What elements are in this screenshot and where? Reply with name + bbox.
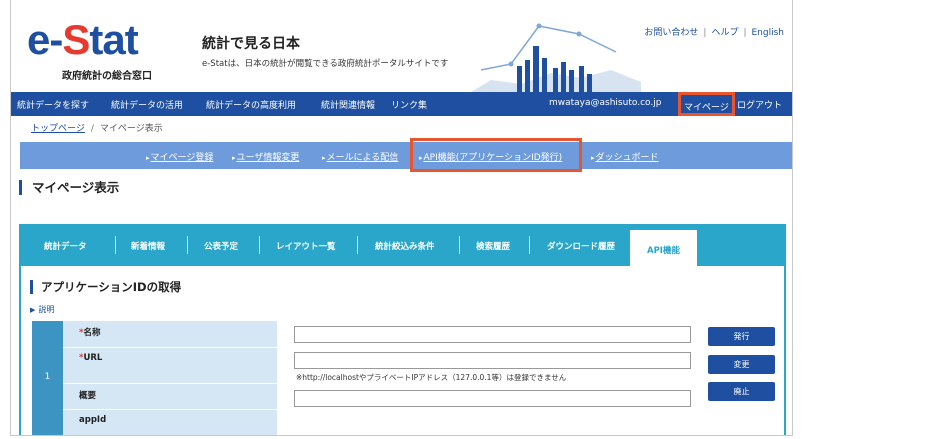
submenu-user-info[interactable]: ユーザ情報変更 — [232, 150, 300, 163]
tab-divider — [259, 236, 260, 254]
breadcrumb-home[interactable]: トップページ — [31, 124, 85, 134]
row-number-cell: 1 — [32, 321, 63, 435]
tab-api[interactable]: API機能 — [630, 230, 697, 266]
site-title: 統計で見る日本 — [202, 36, 300, 52]
tab-divider — [459, 236, 460, 254]
summary-input[interactable] — [294, 390, 691, 407]
submenu-dashboard[interactable]: ダッシュボード — [591, 150, 659, 163]
tab-filters[interactable]: 統計絞込み条件 — [375, 240, 435, 252]
abolish-button[interactable]: 廃止 — [708, 382, 775, 401]
submenu-mail-delivery[interactable]: メールによる配信 — [322, 150, 399, 163]
breadcrumb: トップページ / マイページ表示 — [31, 121, 163, 134]
section-title: アプリケーションIDの取得 — [30, 280, 181, 294]
skyline-graphic — [471, 23, 641, 92]
tab-stat-data[interactable]: 統計データ — [44, 240, 87, 252]
page-title: マイページ表示 — [19, 180, 119, 195]
english-link[interactable]: English — [752, 28, 785, 38]
issue-button[interactable]: 発行 — [708, 327, 775, 346]
nav-item-links[interactable]: リンク集 — [391, 98, 427, 111]
tab-search-history[interactable]: 検索履歴 — [476, 240, 510, 252]
url-label: *URL — [63, 348, 277, 383]
tab-divider — [187, 236, 188, 254]
breadcrumb-current: マイページ表示 — [99, 124, 163, 134]
summary-label: 概要 — [63, 384, 277, 409]
change-button[interactable]: 変更 — [708, 355, 775, 374]
logo-subtitle: 政府統計の総合窓口 — [62, 71, 152, 82]
url-note: ※http://localhostやプライベートIPアドレス（127.0.0.1… — [296, 373, 567, 382]
url-input[interactable] — [294, 352, 691, 369]
help-link[interactable]: ヘルプ — [711, 28, 738, 38]
global-nav: 統計データを探す 統計データの活用 統計データの高度利用 統計関連情報 リンク集… — [11, 92, 792, 116]
breadcrumb-separator: / — [90, 124, 94, 134]
mypage-submenu: マイページ登録 ユーザ情報変更 メールによる配信 API機能(アプリケーションI… — [20, 142, 792, 169]
row-divider — [63, 347, 777, 348]
site-header: e-Stat 政府統計の総合窓口 統計で見る日本 e-Statは、日本の統計が閲… — [11, 0, 792, 92]
mypage-link[interactable]: マイページ — [678, 92, 735, 116]
tab-download-history[interactable]: ダウンロード履歴 — [547, 240, 615, 252]
browser-page: e-Stat 政府統計の総合窓口 統計で見る日本 e-Statは、日本の統計が閲… — [10, 0, 793, 436]
nav-item-related-info[interactable]: 統計関連情報 — [321, 98, 375, 111]
expand-triangle-icon: ▶ — [30, 306, 36, 314]
nav-item-data-use[interactable]: 統計データの活用 — [111, 98, 183, 111]
link-separator: | — [703, 28, 707, 38]
appid-label: appId — [63, 410, 277, 435]
site-description: e-Statは、日本の統計が閲覧できる政府統計ポータルサイトです — [202, 59, 449, 69]
api-highlight-box — [410, 138, 582, 172]
name-input[interactable] — [294, 326, 691, 343]
contact-link[interactable]: お問い合わせ — [644, 28, 698, 38]
logout-link[interactable]: ログアウト — [737, 98, 782, 111]
header-links: お問い合わせ | ヘルプ | English — [644, 25, 784, 38]
explanation-toggle[interactable]: ▶ 説明 — [30, 304, 54, 315]
user-email: mwataya@ashisuto.co.jp — [549, 98, 662, 108]
nav-item-advanced-use[interactable]: 統計データの高度利用 — [206, 98, 296, 111]
tab-divider — [529, 236, 530, 254]
tab-divider — [357, 236, 358, 254]
row-divider — [63, 383, 777, 384]
tab-divider — [115, 236, 116, 254]
tab-layouts[interactable]: レイアウト一覧 — [276, 240, 336, 252]
name-label: *名称 — [63, 321, 277, 347]
submenu-mypage-register[interactable]: マイページ登録 — [146, 150, 214, 163]
row-divider — [63, 409, 777, 410]
estat-logo[interactable]: e-Stat — [27, 17, 139, 63]
tab-news[interactable]: 新着情報 — [131, 240, 165, 252]
nav-item-search-data[interactable]: 統計データを探す — [17, 98, 89, 111]
tab-schedule[interactable]: 公表予定 — [204, 240, 238, 252]
link-separator: | — [743, 28, 747, 38]
